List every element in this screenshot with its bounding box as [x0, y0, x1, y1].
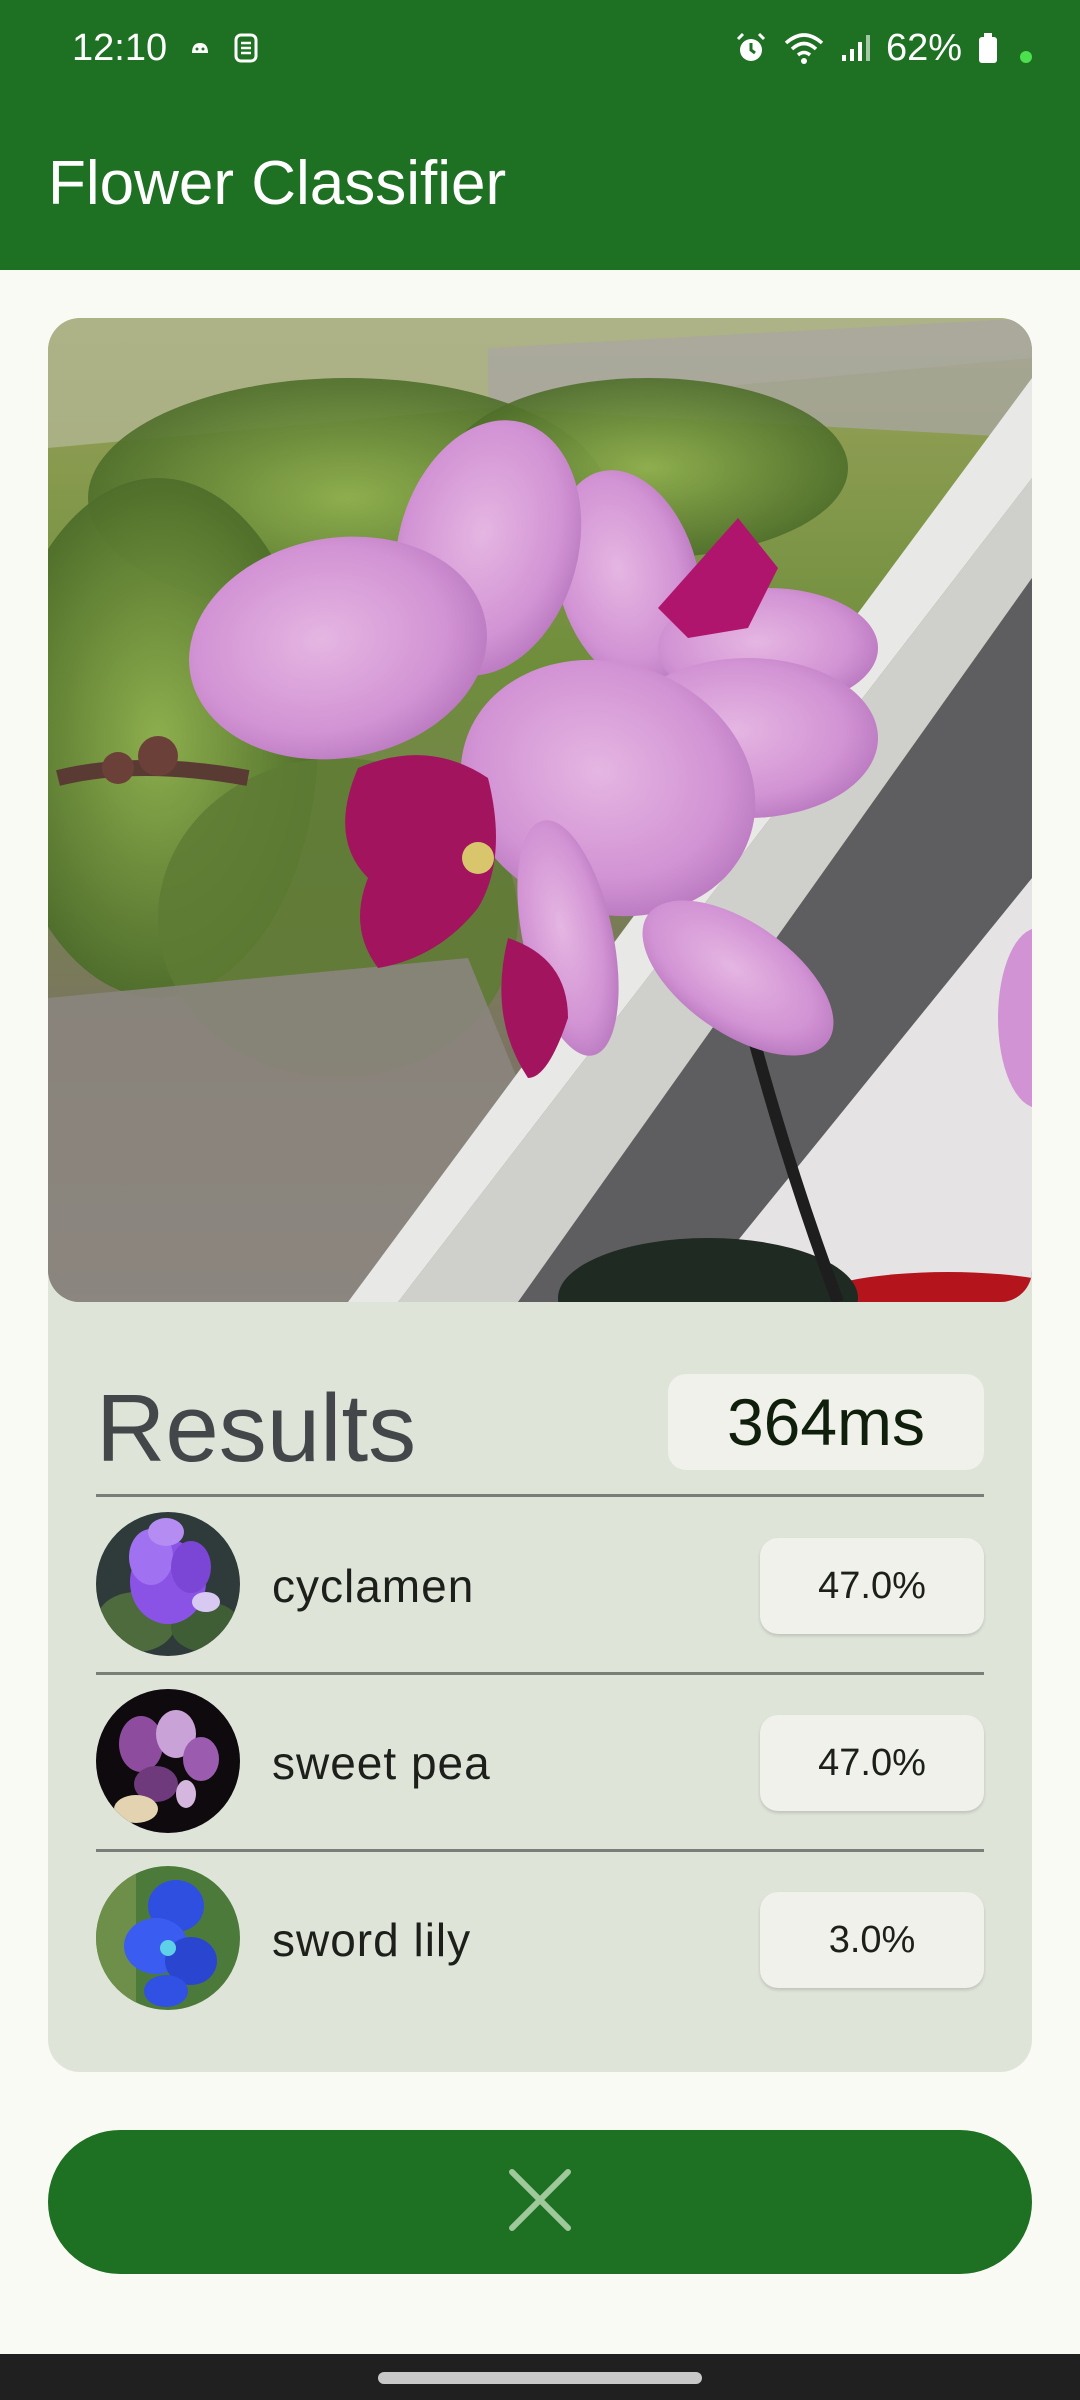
divider: [96, 1494, 984, 1497]
home-gesture-handle[interactable]: [378, 2372, 702, 2384]
score-value: 47.0%: [818, 1741, 926, 1784]
results-header: Results 364ms: [96, 1364, 984, 1494]
score-value: 3.0%: [828, 1918, 916, 1961]
result-label: cyclamen: [272, 1560, 475, 1612]
result-row-sword-lily[interactable]: sword lily 3.0%: [96, 1852, 984, 2028]
sync-icon: [233, 32, 259, 64]
result-row-sweet-pea[interactable]: sweet pea 47.0%: [96, 1675, 984, 1851]
close-button[interactable]: [48, 2130, 1032, 2274]
status-left: 12:10: [72, 27, 259, 70]
score-chip: 3.0%: [760, 1892, 984, 1988]
sword-lily-thumbnail: [96, 1866, 240, 2010]
score-chip: 47.0%: [760, 1538, 984, 1634]
app-title: Flower Classifier: [48, 148, 507, 218]
flower-thumbnail-image: [96, 1866, 240, 2010]
result-label: sword lily: [272, 1914, 472, 1966]
flower-thumbnail-image: [96, 1689, 240, 1833]
system-nav-bar: [0, 2354, 1080, 2400]
score-chip: 47.0%: [760, 1715, 984, 1811]
flower-thumbnail-image: [96, 1512, 240, 1656]
result-row-cyclamen[interactable]: cyclamen 47.0%: [96, 1498, 984, 1674]
charging-dot: [1020, 51, 1032, 63]
status-right: 62%: [734, 27, 1032, 70]
signal-icon: [840, 33, 870, 63]
battery-percent: 62%: [885, 26, 962, 69]
sweet-pea-thumbnail: [96, 1689, 240, 1833]
results-title: Results: [96, 1375, 417, 1482]
app-bar: Flower Classifier: [0, 96, 1080, 270]
notification-icon: [189, 39, 211, 57]
close-icon: [508, 2168, 572, 2237]
cyclamen-thumbnail: [96, 1512, 240, 1656]
status-time: 12:10: [72, 26, 168, 69]
inference-time-chip: 364ms: [668, 1374, 984, 1470]
results-card: Results 364ms cyclamen 47.0% sweet pea 4…: [48, 318, 1032, 2072]
orchid-photo-illustration: [48, 318, 1032, 1302]
score-value: 47.0%: [818, 1564, 926, 1607]
flower-photo[interactable]: [48, 318, 1032, 1302]
alarm-icon: [734, 31, 768, 65]
battery-icon: [978, 32, 998, 64]
wifi-icon: [784, 31, 824, 65]
inference-time: 364ms: [726, 1385, 926, 1459]
status-bar: 12:10 62%: [0, 0, 1080, 96]
result-label: sweet pea: [272, 1737, 491, 1789]
